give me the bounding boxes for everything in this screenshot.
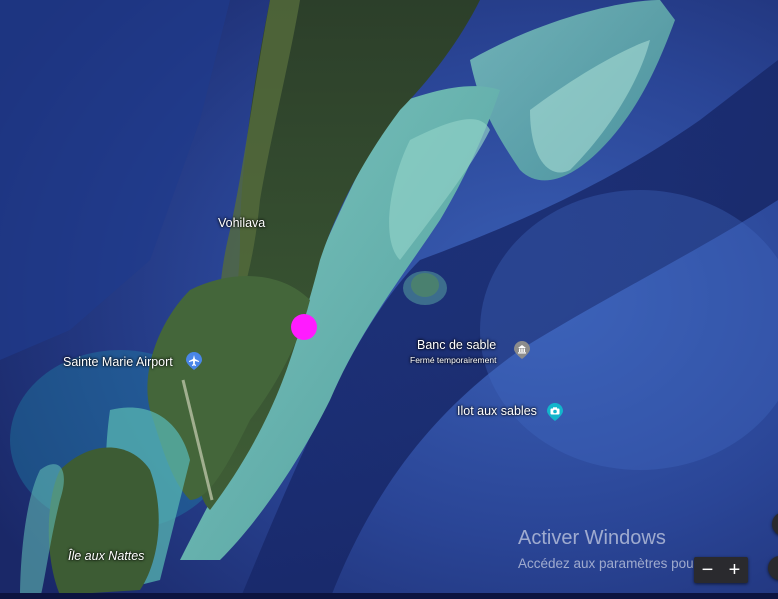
- landmark-icon[interactable]: [514, 341, 530, 359]
- camera-icon[interactable]: [547, 403, 563, 421]
- zoom-in-button[interactable]: +: [723, 560, 747, 580]
- satellite-map[interactable]: Vohilava Sainte Marie Airport Banc de sa…: [0, 0, 778, 599]
- place-label-airport[interactable]: Sainte Marie Airport: [63, 355, 173, 370]
- place-label-ilot-aux-sables[interactable]: Ilot aux sables: [457, 404, 537, 419]
- airplane-icon[interactable]: [186, 352, 202, 370]
- zoom-out-button[interactable]: −: [696, 560, 720, 580]
- watermark-title: Activer Windows: [518, 527, 666, 549]
- zoom-controls: − +: [694, 557, 748, 583]
- place-label-banc-de-sable[interactable]: Banc de sable: [417, 338, 496, 353]
- place-label-ile-aux-nattes[interactable]: Île aux Nattes: [68, 549, 144, 564]
- bottom-edge-bar: [0, 593, 778, 599]
- location-marker[interactable]: [291, 314, 317, 340]
- place-status-closed: Fermé temporairement: [410, 355, 497, 365]
- satellite-imagery: [0, 0, 778, 599]
- place-label-vohilava[interactable]: Vohilava: [218, 216, 265, 231]
